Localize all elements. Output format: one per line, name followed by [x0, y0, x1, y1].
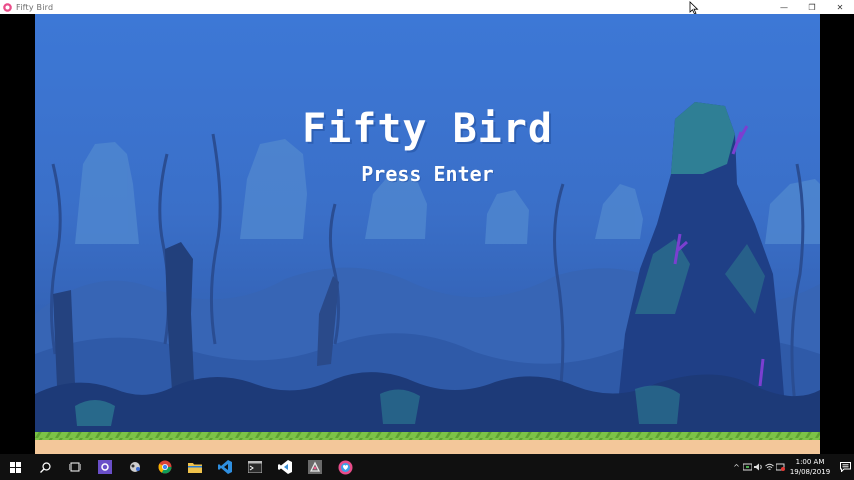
chrome-button[interactable] — [150, 454, 180, 480]
battery-alert-icon[interactable] — [775, 454, 786, 480]
app-settings-button[interactable] — [90, 454, 120, 480]
window-title: Fifty Bird — [16, 2, 54, 12]
app-icon — [3, 2, 12, 12]
volume-icon[interactable] — [753, 454, 764, 480]
heart-app-icon — [338, 460, 352, 474]
close-button[interactable]: ✕ — [826, 0, 854, 14]
file-explorer-button[interactable] — [180, 454, 210, 480]
chrome-icon — [158, 460, 172, 474]
press-enter-prompt: Press Enter — [361, 162, 494, 186]
chevron-up-icon[interactable]: ^ — [731, 454, 742, 480]
vscode-button[interactable] — [210, 454, 240, 480]
game-icon — [130, 462, 140, 472]
wifi-icon[interactable] — [764, 454, 775, 480]
window-controls: — ❐ ✕ — [770, 0, 854, 14]
search-icon — [39, 461, 51, 473]
restore-button[interactable]: ❐ — [798, 0, 826, 14]
game-title: Fifty Bird — [302, 106, 553, 152]
ground-grass — [35, 432, 820, 440]
game-canvas[interactable]: Fifty Bird Press Enter — [35, 14, 820, 454]
clock-date: 19/08/2019 — [789, 468, 831, 476]
network-icon[interactable] — [742, 454, 753, 480]
love2d-button[interactable] — [300, 454, 330, 480]
clock-time: 1:00 AM — [795, 458, 825, 466]
purple-gear-icon — [98, 460, 112, 474]
window-titlebar[interactable]: Fifty Bird — ❐ ✕ — [0, 0, 854, 14]
mouse-cursor-icon — [689, 1, 699, 15]
minimize-button[interactable]: — — [770, 0, 798, 14]
folder-icon — [188, 463, 202, 473]
task-view-icon — [69, 462, 81, 472]
taskbar — [0, 454, 854, 480]
taskbar-clock[interactable]: 1:00 AM 19/08/2019 — [788, 457, 832, 477]
terminal-button[interactable] — [240, 454, 270, 480]
task-view-button[interactable] — [60, 454, 90, 480]
terminal-icon — [248, 461, 262, 473]
notification-icon — [839, 462, 851, 472]
action-center-button[interactable] — [836, 462, 854, 472]
love-icon — [308, 460, 322, 474]
windows-logo-icon — [9, 461, 21, 473]
underwater-background — [35, 14, 820, 454]
visual-studio-icon — [278, 460, 292, 474]
start-button[interactable] — [0, 454, 30, 480]
system-tray: ^ 1:00 AM 19/08/2019 — [731, 454, 854, 480]
vscode-icon — [218, 460, 232, 474]
app-game-button[interactable] — [120, 454, 150, 480]
fifty-bird-button[interactable] — [330, 454, 360, 480]
visual-studio-button[interactable] — [270, 454, 300, 480]
search-button[interactable] — [30, 454, 60, 480]
ground-sand — [35, 440, 820, 454]
